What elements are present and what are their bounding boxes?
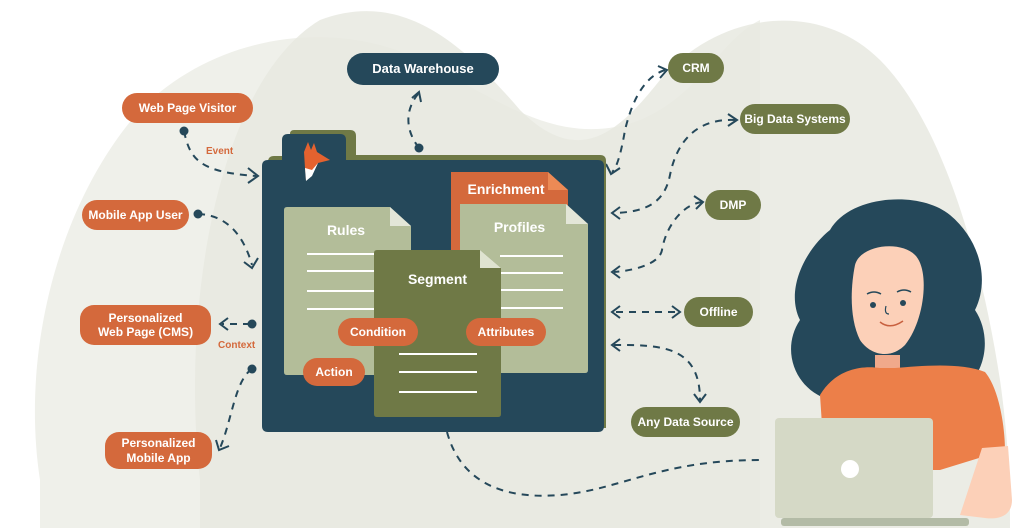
laptop-logo-icon [841,460,859,478]
web-page-visitor-node[interactable]: Web Page Visitor [122,93,253,123]
diagram-canvas: Web Page Visitor Event Mobile App User P… [0,0,1024,528]
personalized-mobile-app-node[interactable]: Personalized Mobile App [105,432,212,469]
big-data-systems-node[interactable]: Big Data Systems [740,104,850,134]
personalized-web-page-node[interactable]: Personalized Web Page (CMS) [80,305,211,345]
condition-tag[interactable]: Condition [338,318,418,346]
rules-title: Rules [326,222,366,238]
enrichment-title: Enrichment [467,181,545,197]
action-tag[interactable]: Action [303,358,365,386]
attributes-tag[interactable]: Attributes [466,318,546,346]
laptop-base [781,518,969,526]
context-label: Context [218,340,256,351]
event-label: Event [206,146,234,157]
offline-node[interactable]: Offline [684,297,753,327]
profiles-title: Profiles [493,219,546,235]
any-data-source-node[interactable]: Any Data Source [631,407,740,437]
crm-node[interactable]: CRM [668,53,724,83]
segment-title: Segment [407,271,468,287]
data-warehouse-node[interactable]: Data Warehouse [347,53,499,85]
dmp-node[interactable]: DMP [705,190,761,220]
mobile-app-user-node[interactable]: Mobile App User [82,200,189,230]
